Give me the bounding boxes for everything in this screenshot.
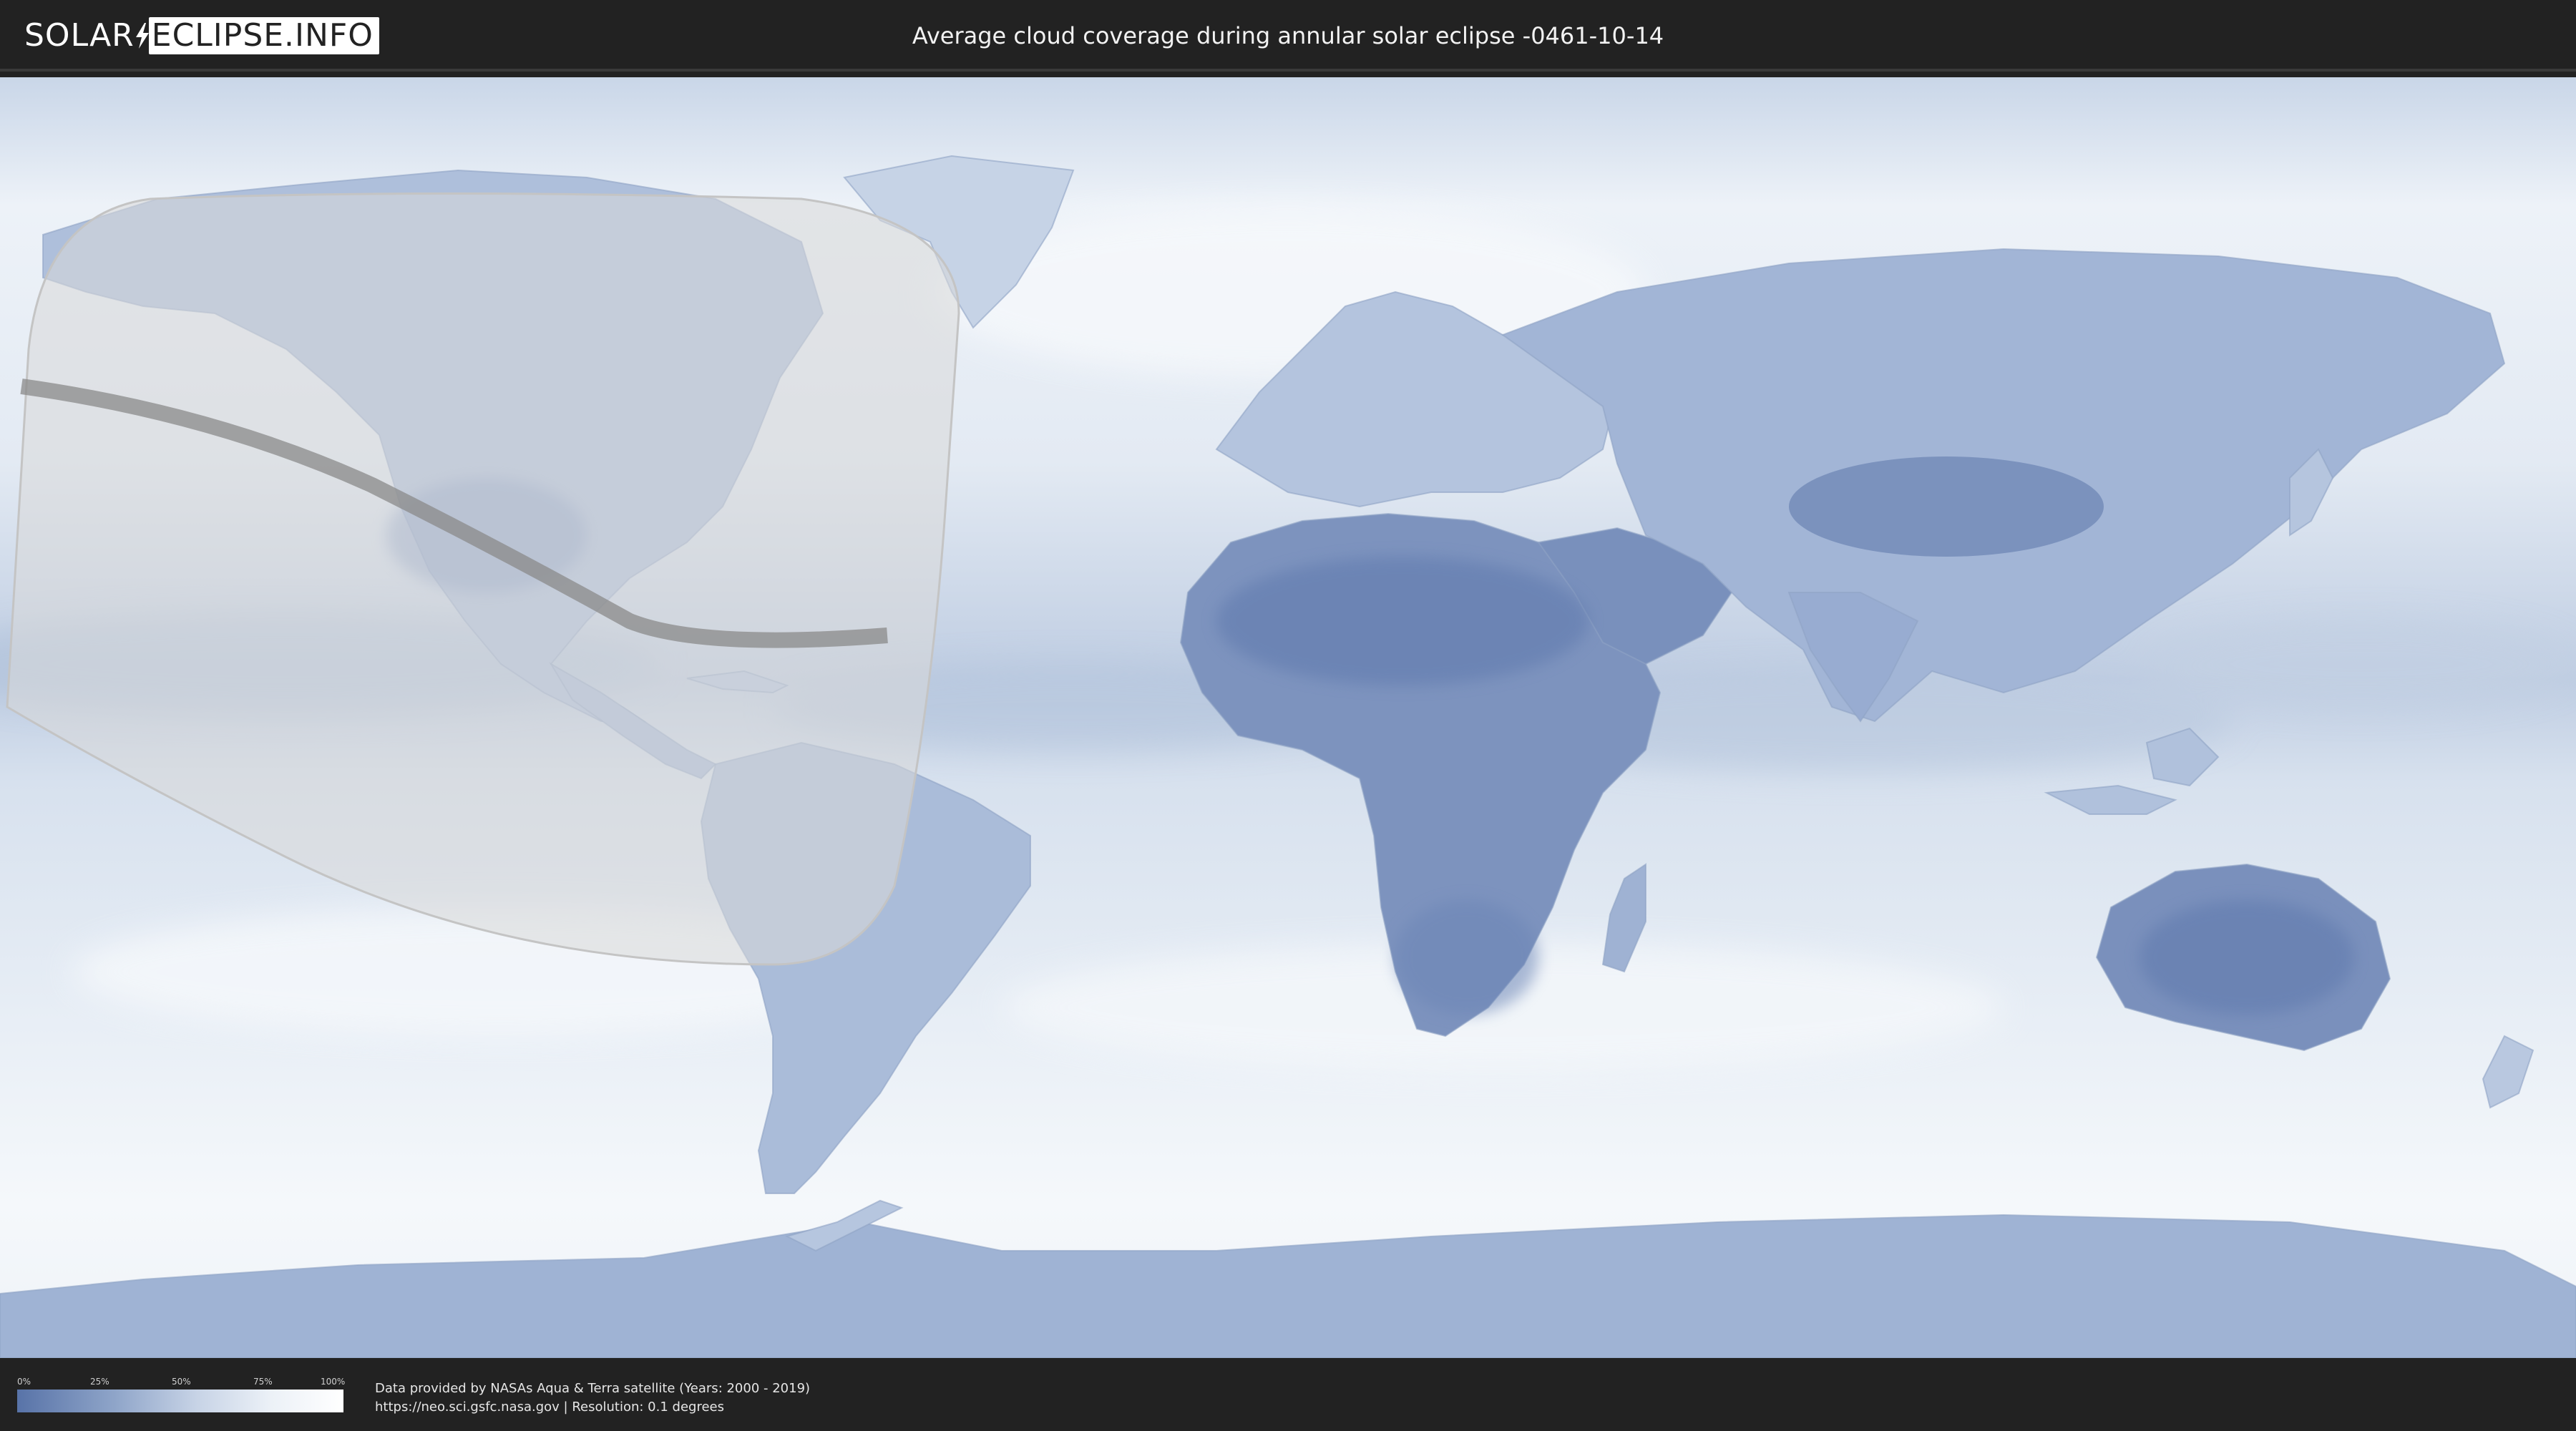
footer-bar: 0% 25% 50% 75% 100% Data provided by NAS… (0, 1358, 2576, 1431)
page-title: Average cloud coverage during annular so… (912, 22, 1664, 49)
legend-tick-50: 50% (172, 1377, 191, 1387)
credit-satellite: Data provided by NASAs Aqua & Terra sate… (375, 1381, 811, 1396)
legend-color-bar (17, 1390, 343, 1412)
cloud-coverage-map[interactable] (0, 77, 2576, 1358)
header-bar: SOLAR ECLIPSE.INFO Average cloud coverag… (0, 0, 2576, 72)
legend-tick-100: 100% (321, 1377, 346, 1387)
tibetan-plateau (1789, 456, 2104, 557)
data-credits: Data provided by NASAs Aqua & Terra sate… (375, 1379, 810, 1417)
legend-tick-25: 25% (90, 1377, 109, 1387)
credit-source-link[interactable]: https://neo.sci.gsfc.nasa.gov | Resoluti… (375, 1398, 810, 1417)
cloud-coverage-legend: 0% 25% 50% 75% 100% (17, 1377, 346, 1414)
world-map (0, 77, 2576, 1358)
legend-tick-0: 0% (17, 1377, 31, 1387)
page: SOLAR ECLIPSE.INFO Average cloud coverag… (0, 0, 2576, 1431)
legend-tick-75: 75% (253, 1377, 273, 1387)
